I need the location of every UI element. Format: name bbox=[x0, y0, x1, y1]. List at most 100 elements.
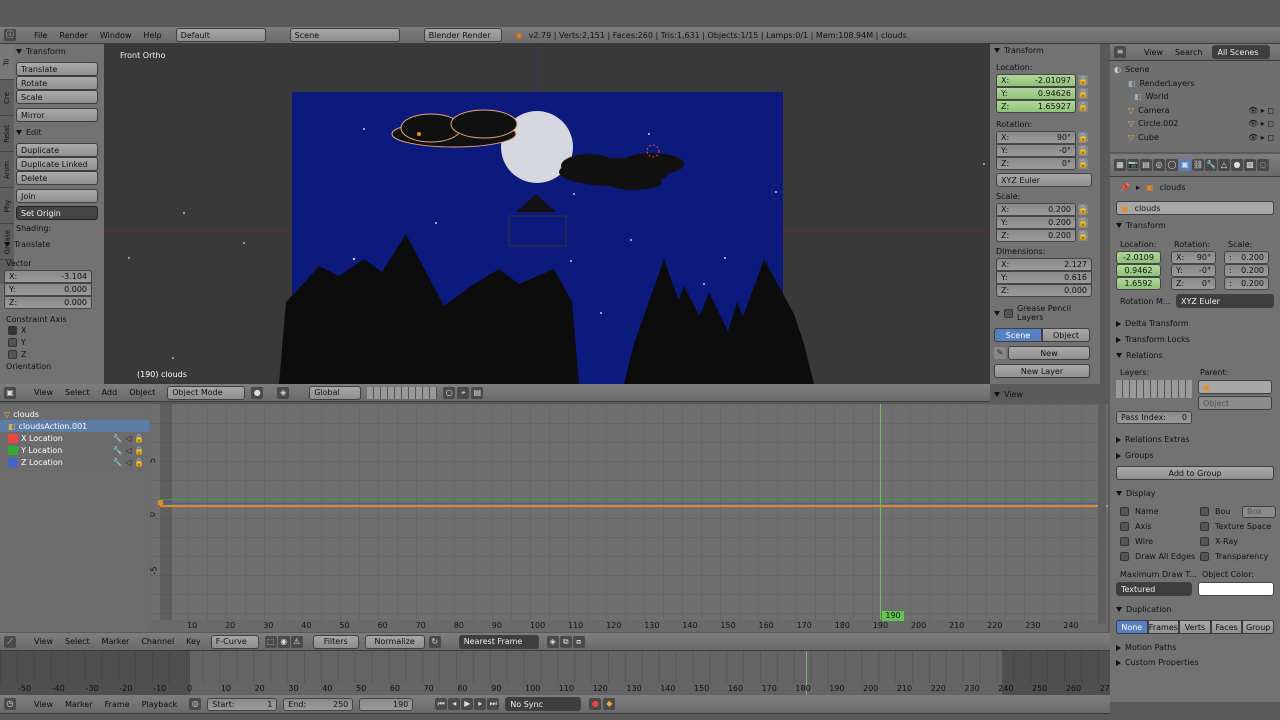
scene-selector[interactable]: Scene bbox=[289, 28, 400, 42]
groups-header[interactable]: Groups bbox=[1116, 451, 1280, 460]
gp-new-button[interactable]: New bbox=[1008, 346, 1090, 360]
rotate-button[interactable]: Rotate bbox=[16, 76, 98, 90]
dimension-y-field[interactable]: Y: 0.616 bbox=[996, 271, 1092, 284]
snap-mode-selector[interactable]: Nearest Frame bbox=[458, 634, 539, 649]
pin-icon[interactable]: 📌 bbox=[1120, 183, 1130, 192]
vector-x-field[interactable]: X: -3.104 bbox=[4, 270, 92, 283]
pivot-point-icon[interactable]: ◈ bbox=[277, 386, 290, 399]
render-preview-icon[interactable]: ▤ bbox=[471, 386, 484, 399]
graph-channel-y-location[interactable]: Y Location 🔧 ◁ 🔒 bbox=[0, 444, 150, 456]
checkbox[interactable] bbox=[8, 338, 17, 347]
lock-icon[interactable]: 🔒 bbox=[1078, 75, 1088, 86]
timeline-area[interactable]: -50 -40 -30 -20 -10 0 10 20 30 40 50 60 70 80 90 100 110… bbox=[0, 651, 1110, 695]
display-l-axis[interactable]: Axis bbox=[1120, 519, 1200, 534]
graph-channel-z-location[interactable]: Z Location 🔧 ◁ 🔒 bbox=[0, 456, 150, 468]
layout-selector[interactable]: Default bbox=[175, 28, 266, 42]
properties-editor-icon[interactable]: ▦ bbox=[1114, 159, 1126, 171]
copy-keys-icon[interactable]: ⧉ bbox=[559, 635, 572, 648]
viewport-menu-object[interactable]: Object bbox=[123, 388, 161, 397]
object-layers-grid[interactable] bbox=[1116, 380, 1192, 398]
duplication-tab-faces[interactable]: Faces bbox=[1210, 620, 1243, 634]
outliner-item-world[interactable]: ◧ World bbox=[1114, 90, 1280, 104]
lock-icon[interactable]: 🔒 bbox=[1078, 158, 1088, 169]
editor-type-icon[interactable]: ⓘ bbox=[4, 29, 16, 41]
shelf-tab-to[interactable]: To bbox=[0, 44, 14, 80]
rotation-mode-dropdown[interactable]: XYZ Euler bbox=[996, 173, 1092, 187]
parent-field[interactable]: ▣ bbox=[1198, 380, 1272, 394]
checkbox[interactable] bbox=[1200, 507, 1209, 516]
display-l-wire[interactable]: Wire bbox=[1120, 534, 1200, 549]
outliner-item-renderlayers[interactable]: ◧ RenderLayers bbox=[1114, 77, 1280, 91]
props-scale-x[interactable]: :0.200 bbox=[1224, 251, 1269, 264]
timeline-editor-icon[interactable]: ◷ bbox=[4, 698, 16, 710]
checkbox[interactable] bbox=[1120, 522, 1129, 531]
lock-icon[interactable]: 🔒 bbox=[1078, 145, 1088, 156]
graph-scrollbar[interactable] bbox=[1098, 404, 1106, 624]
props-scale-z[interactable]: :0.200 bbox=[1224, 277, 1269, 290]
data-tab-icon[interactable]: △ bbox=[1218, 159, 1230, 171]
show-hidden-icon[interactable]: ◉ bbox=[277, 635, 290, 648]
object-tab-icon[interactable]: ▣ bbox=[1179, 159, 1191, 171]
pass-index-field[interactable]: Pass Index: 0 bbox=[1116, 411, 1192, 424]
display-r-transparency[interactable]: Transparency bbox=[1200, 549, 1276, 564]
location-z-field[interactable]: Z: 1.65927 bbox=[996, 100, 1076, 113]
graph-menu-channel[interactable]: Channel bbox=[135, 637, 180, 646]
constraint-axis-z[interactable]: Z bbox=[8, 350, 98, 359]
graph-menu-key[interactable]: Key bbox=[180, 637, 207, 646]
rotation-z-field[interactable]: Z: 0° bbox=[996, 157, 1076, 170]
graph-mode-selector[interactable]: F-Curve bbox=[210, 634, 259, 649]
viewport-3d[interactable]: Front Ortho (190) clouds bbox=[104, 44, 990, 384]
gp-new-layer-button[interactable]: New Layer bbox=[994, 364, 1090, 378]
only-selected-icon[interactable]: ⬚ bbox=[264, 635, 277, 648]
delta-transform-header[interactable]: Delta Transform bbox=[1116, 319, 1280, 328]
checkbox[interactable] bbox=[1200, 522, 1209, 531]
current-frame-field[interactable]: 190 bbox=[359, 697, 414, 711]
playhead-line[interactable] bbox=[880, 404, 881, 620]
timeline-menu-playback[interactable]: Playback bbox=[136, 700, 184, 709]
timeline-menu-view[interactable]: View bbox=[28, 700, 59, 709]
lock-icon[interactable]: 🔒 bbox=[1078, 217, 1088, 228]
grease-pencil-checkbox[interactable] bbox=[1004, 308, 1013, 318]
world-tab-icon[interactable]: ◯ bbox=[1166, 159, 1178, 171]
lock-icon[interactable]: 🔒 bbox=[1078, 204, 1088, 215]
preview-range-icon[interactable]: ◎ bbox=[189, 698, 202, 710]
checkbox[interactable] bbox=[8, 350, 17, 359]
auto-normalize-icon[interactable]: ↻ bbox=[428, 635, 441, 648]
bounds-type-dropdown[interactable]: Box bbox=[1242, 505, 1276, 518]
texture-tab-icon[interactable]: ▩ bbox=[1244, 159, 1256, 171]
n-transform-header[interactable]: Transform bbox=[994, 46, 1100, 55]
join-button[interactable]: Join bbox=[16, 189, 98, 203]
top-menu-render[interactable]: Render bbox=[53, 31, 93, 40]
top-menu-file[interactable]: File bbox=[28, 31, 53, 40]
channel-toggle-icons[interactable]: 🔧 ◁ 🔒 bbox=[113, 434, 144, 443]
checkbox[interactable] bbox=[1120, 552, 1129, 561]
lock-icon[interactable]: 🔒 bbox=[1078, 230, 1088, 241]
paste-keys-icon[interactable]: ⧈ bbox=[572, 635, 585, 648]
checkbox[interactable] bbox=[1200, 537, 1209, 546]
props-scale-y[interactable]: :0.200 bbox=[1224, 264, 1269, 277]
object-color-swatch[interactable] bbox=[1198, 582, 1274, 596]
timeline-menu-marker[interactable]: Marker bbox=[59, 700, 99, 709]
edit-section-header[interactable]: Edit bbox=[16, 128, 98, 137]
props-transform-header[interactable]: Transform bbox=[1116, 221, 1280, 230]
snap-icon[interactable]: ⌖ bbox=[457, 386, 470, 399]
graph-editor-type-icon[interactable]: ⟋ bbox=[4, 635, 16, 648]
display-r-texture-space[interactable]: Texture Space bbox=[1200, 519, 1276, 534]
outliner-filter-selector[interactable]: All Scenes bbox=[1212, 45, 1271, 59]
outliner-item-cube[interactable]: ▽ Cube 👁 ▸ ◻ bbox=[1114, 131, 1280, 145]
visibility-eye-icon[interactable]: 👁 ▸ ◻ bbox=[1248, 106, 1274, 115]
timeline-menu-frame[interactable]: Frame bbox=[99, 700, 136, 709]
outliner-menu-search[interactable]: Search bbox=[1169, 48, 1208, 57]
location-x-field[interactable]: X: -2.01097 bbox=[996, 74, 1076, 87]
rotation-y-field[interactable]: Y: -0° bbox=[996, 144, 1076, 157]
constraint-axis-x[interactable]: X bbox=[8, 326, 98, 335]
proportional-edit-icon[interactable]: ○ bbox=[443, 386, 456, 399]
add-to-group-button[interactable]: Add to Group bbox=[1116, 466, 1274, 480]
gp-object-tab[interactable]: Object bbox=[1042, 328, 1090, 342]
outliner-editor-icon[interactable]: ≡ bbox=[1114, 46, 1126, 58]
render-tab-icon[interactable]: 📷 bbox=[1127, 159, 1139, 171]
translate-button[interactable]: Translate bbox=[16, 62, 98, 76]
outliner-item-camera[interactable]: ▽ Camera 👁 ▸ ◻ bbox=[1114, 104, 1280, 118]
shelf-tab-phy[interactable]: Phy bbox=[0, 188, 14, 224]
graph-menu-marker[interactable]: Marker bbox=[96, 637, 136, 646]
